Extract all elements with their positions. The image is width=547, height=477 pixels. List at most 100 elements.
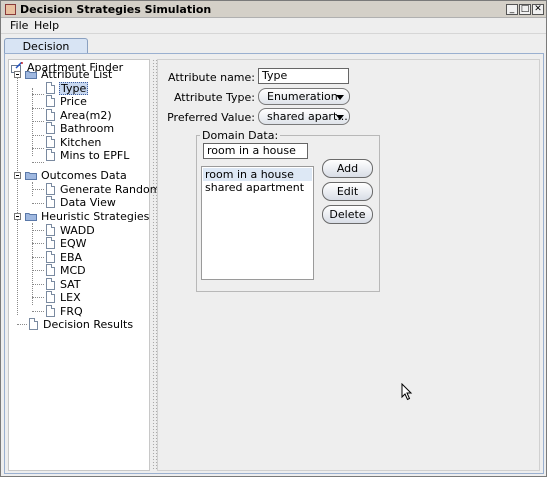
document-icon	[46, 122, 55, 134]
document-icon	[46, 291, 55, 303]
tree-item-label: EQW	[60, 237, 87, 250]
preferred-value-dropdown[interactable]: shared apart...	[258, 108, 350, 125]
tree-item-label: Bathroom	[60, 122, 115, 135]
menu-file[interactable]: File	[10, 19, 28, 32]
document-icon	[46, 224, 55, 236]
domain-value-input[interactable]: room in a house	[203, 143, 308, 159]
tree-connector	[32, 223, 33, 305]
minimize-button[interactable]: _	[506, 4, 518, 15]
tree-item-data-view[interactable]: Data View	[44, 196, 134, 209]
tree-item-type[interactable]: Type	[44, 82, 134, 95]
tree-item-mins-to-epfl[interactable]: Mins to EPFL	[44, 149, 144, 162]
tree-connector	[32, 94, 44, 95]
tree-item-decision-results[interactable]: Decision Results	[27, 318, 137, 331]
tree-connector	[32, 189, 44, 190]
document-icon	[46, 305, 55, 317]
tree-connector	[32, 135, 44, 136]
attribute-type-value: Enumeration	[267, 90, 338, 103]
tree-folder-outcomes-data[interactable]: Outcomes Data	[25, 169, 145, 182]
tree-connector	[17, 75, 18, 315]
tab-decision-problem[interactable]: Decision Problem	[4, 38, 88, 68]
tree-item-label: SAT	[60, 278, 81, 291]
mouse-cursor-icon	[401, 383, 413, 401]
document-icon	[46, 278, 55, 290]
delete-button[interactable]: Delete	[322, 205, 373, 224]
tree-item-label: Kitchen	[60, 136, 102, 149]
tree-item-label: Type	[59, 82, 89, 95]
tree-connector	[32, 297, 44, 298]
tree-toggle-heuristic-strategies[interactable]	[14, 213, 21, 220]
tree-item-label: Area(m2)	[60, 109, 112, 122]
document-icon	[46, 183, 55, 195]
tree-connector	[32, 284, 44, 285]
tree-connector	[32, 121, 44, 122]
document-icon	[46, 136, 55, 148]
document-icon	[46, 109, 55, 121]
tree-folder-attribute-list[interactable]: Attribute List	[25, 68, 145, 81]
edit-button[interactable]: Edit	[322, 182, 373, 201]
add-button[interactable]: Add	[322, 159, 373, 178]
tree-item-label: MCD	[60, 264, 86, 277]
tree-connector	[32, 162, 44, 163]
tree-folder-heuristic-strategies[interactable]: Heuristic Strategies	[25, 210, 149, 223]
tree-item-eqw[interactable]: EQW	[44, 237, 124, 250]
tree-item-mcd[interactable]: MCD	[44, 264, 124, 277]
tree-item-sat[interactable]: SAT	[44, 278, 124, 291]
tree-connector	[32, 230, 44, 231]
tree-connector	[32, 148, 44, 149]
tab-panel: Apartment Finder Attribute List Type Pri…	[4, 53, 544, 474]
attribute-name-label: Attribute name:	[168, 71, 255, 84]
tree-item-label: Data View	[60, 196, 116, 209]
tree-item-label: Price	[60, 95, 87, 108]
tree-item-generate-randomly[interactable]: Generate Randomly	[44, 183, 170, 196]
app-icon	[5, 4, 16, 15]
document-icon	[46, 82, 55, 94]
tree-connector	[17, 324, 27, 325]
folder-icon	[25, 213, 37, 221]
tree-connector	[32, 257, 44, 258]
folder-icon	[25, 71, 37, 79]
document-icon	[29, 318, 38, 330]
tree-item-label: Mins to EPFL	[60, 149, 130, 162]
tree-item-price[interactable]: Price	[44, 95, 134, 108]
attribute-editor-panel: Attribute name: Type Attribute Type: Enu…	[157, 59, 540, 471]
attribute-type-label: Attribute Type:	[173, 91, 255, 104]
maximize-button[interactable]: □	[519, 4, 531, 15]
tree-item-eba[interactable]: EBA	[44, 251, 124, 264]
folder-icon	[25, 172, 37, 180]
tree-item-lex[interactable]: LEX	[44, 291, 124, 304]
list-item[interactable]: room in a house	[203, 168, 312, 181]
tree-item-label: EBA	[60, 251, 83, 264]
attribute-type-dropdown[interactable]: Enumeration	[258, 88, 350, 105]
window-title: Decision Strategies Simulation	[20, 3, 212, 16]
document-icon	[46, 237, 55, 249]
close-button[interactable]: ✕	[532, 4, 544, 15]
tree-toggle-attribute-list[interactable]	[14, 71, 21, 78]
document-icon	[46, 264, 55, 276]
list-item[interactable]: shared apartment	[203, 181, 312, 194]
attribute-name-field[interactable]: Type	[258, 68, 349, 84]
tree-item-kitchen[interactable]: Kitchen	[44, 136, 134, 149]
app-window: Decision Strategies Simulation _ □ ✕ Fil…	[0, 0, 547, 477]
domain-values-list[interactable]: room in a house shared apartment	[201, 166, 314, 280]
tree-item-wadd[interactable]: WADD	[44, 224, 124, 237]
tree-item-label: Decision Results	[43, 318, 134, 331]
tree-connector	[32, 203, 44, 204]
menu-help[interactable]: Help	[34, 19, 59, 32]
tree-connector	[32, 270, 44, 271]
preferred-value-label: Preferred Value:	[167, 111, 255, 124]
tree-toggle-outcomes-data[interactable]	[14, 172, 21, 179]
decision-tree[interactable]: Apartment Finder Attribute List Type Pri…	[8, 59, 170, 471]
document-icon	[46, 149, 55, 161]
tree-connector	[32, 88, 33, 156]
chevron-down-icon	[336, 95, 344, 100]
tree-connector	[32, 108, 44, 109]
tree-connector	[32, 243, 44, 244]
domain-data-title: Domain Data:	[200, 129, 281, 142]
tree-item-bathroom[interactable]: Bathroom	[44, 122, 134, 135]
tree-item-frq[interactable]: FRQ	[44, 305, 124, 318]
tree-connector	[32, 311, 44, 312]
tree-item-area[interactable]: Area(m2)	[44, 109, 134, 122]
document-icon	[46, 251, 55, 263]
title-bar[interactable]: Decision Strategies Simulation _ □ ✕	[1, 1, 546, 18]
